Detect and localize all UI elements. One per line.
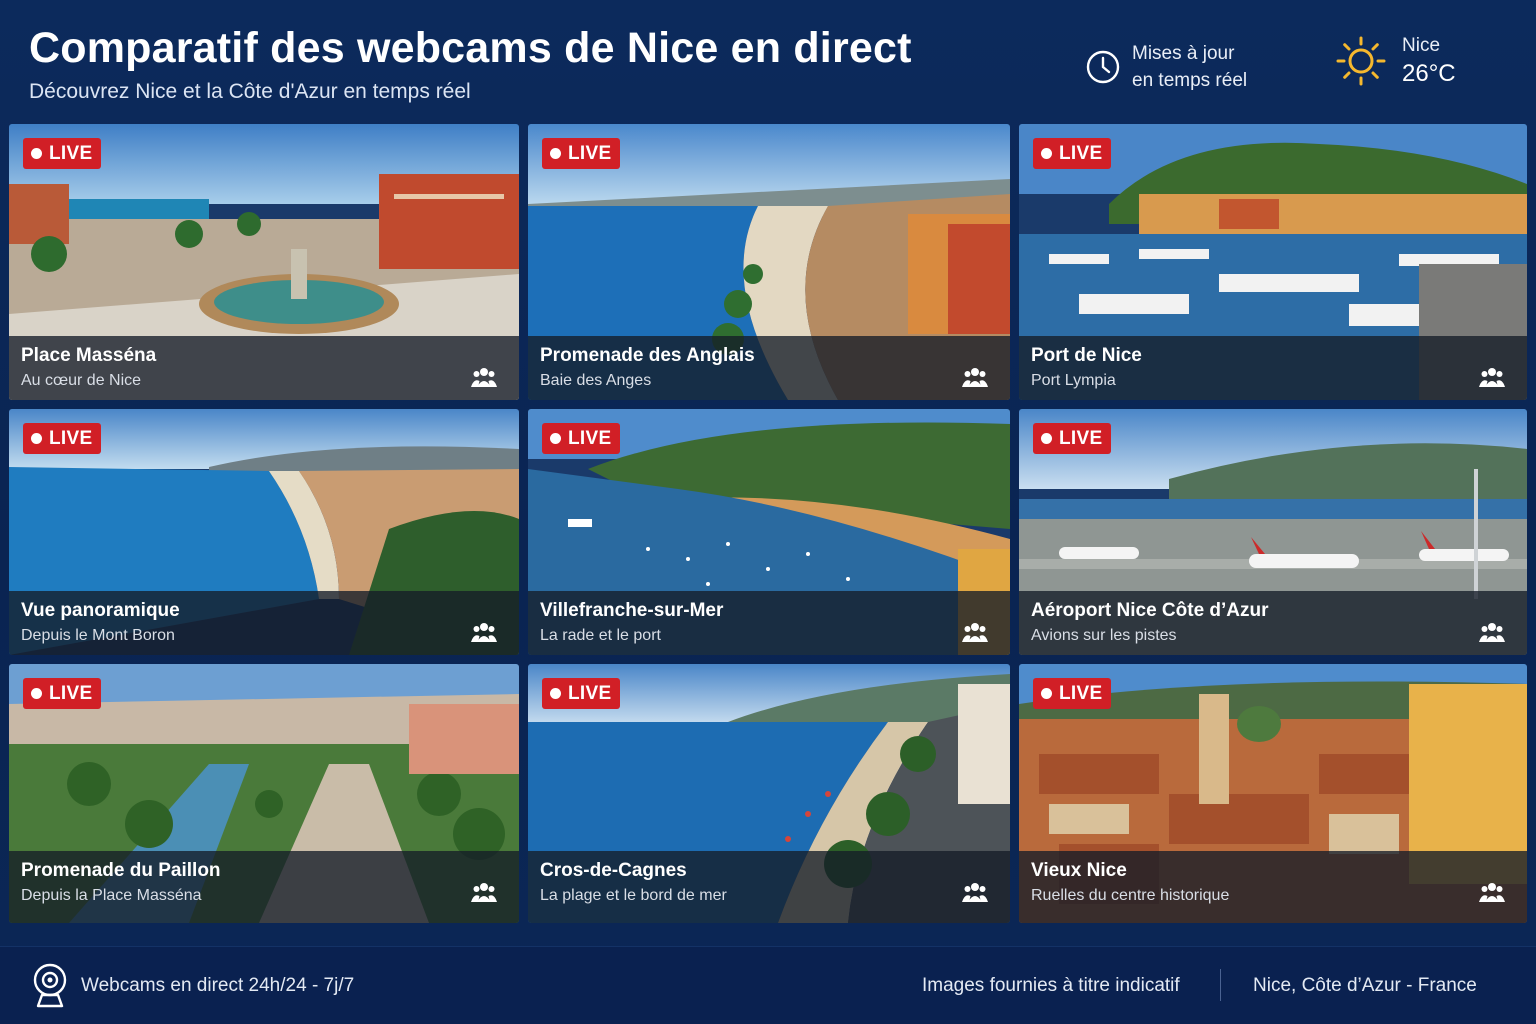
webcam-subtitle: Baie des Anges [540,372,652,389]
webcam-card-vue-panoramique[interactable]: LIVE Vue panoramique Depuis le Mont Boro… [9,409,519,655]
webcam-card-promenade-des-anglais[interactable]: LIVE Promenade des Anglais Baie des Ange… [528,124,1010,400]
live-dot-icon [550,688,561,699]
viewers-icon[interactable] [962,366,988,388]
webcam-card-port-de-nice[interactable]: LIVE Port de Nice Port Lympia [1019,124,1527,400]
webcam-subtitle: Depuis la Place Masséna [21,887,202,904]
webcam-card-aeroport[interactable]: LIVE Aéroport Nice Côte d’Azur Avions su… [1019,409,1527,655]
webcam-subtitle: Depuis le Mont Boron [21,627,175,644]
webcam-caption: Promenade des Anglais Baie des Anges [528,336,1010,400]
webcam-subtitle: Avions sur les pistes [1031,627,1177,644]
viewers-icon[interactable] [1479,881,1505,903]
webcam-title: Promenade des Anglais [540,345,755,366]
live-dot-icon [1041,433,1052,444]
footer-disclaimer: Images fournies à titre indicatif [922,975,1180,996]
live-dot-icon [550,433,561,444]
webcam-caption: Port de Nice Port Lympia [1019,336,1527,400]
footer-location: Nice, Côte d’Azur - France [1253,975,1477,996]
webcam-title: Villefranche-sur-Mer [540,600,724,621]
footer: Webcams en direct 24h/24 - 7j/7 Images f… [0,946,1536,1024]
webcam-caption: Vue panoramique Depuis le Mont Boron [9,591,519,655]
live-badge: LIVE [1033,423,1112,454]
live-dot-icon [1041,688,1052,699]
webcam-card-villefranche-sur-mer[interactable]: LIVE Villefranche-sur-Mer La rade et le … [528,409,1010,655]
viewers-icon[interactable] [1479,366,1505,388]
viewers-icon[interactable] [962,621,988,643]
clock-icon [1086,50,1120,84]
webcam-caption: Vieux Nice Ruelles du centre historique [1019,851,1527,923]
webcam-card-cros-de-cagnes[interactable]: LIVE Cros-de-Cagnes La plage et le bord … [528,664,1010,923]
live-dot-icon [31,688,42,699]
live-badge: LIVE [23,678,102,709]
webcam-title: Aéroport Nice Côte d’Azur [1031,600,1269,621]
webcam-subtitle: La rade et le port [540,627,661,644]
viewers-icon[interactable] [471,881,497,903]
webcam-caption: Place Masséna Au cœur de Nice [9,336,519,400]
webcam-card-promenade-du-paillon[interactable]: LIVE Promenade du Paillon Depuis la Plac… [9,664,519,923]
sun-icon [1336,36,1386,86]
updates-line-1: Mises à jour [1132,43,1235,64]
page-title: Comparatif des webcams de Nice en direct [29,24,912,72]
weather-temperature: 26°C [1402,60,1456,87]
live-dot-icon [550,148,561,159]
webcam-card-vieux-nice[interactable]: LIVE Vieux Nice Ruelles du centre histor… [1019,664,1527,923]
webcam-subtitle: Ruelles du centre historique [1031,887,1230,904]
viewers-icon[interactable] [962,881,988,903]
webcam-subtitle: Au cœur de Nice [21,372,142,389]
webcam-subtitle: Port Lympia [1031,372,1116,389]
viewers-icon[interactable] [471,621,497,643]
live-badge: LIVE [23,423,102,454]
live-badge: LIVE [542,138,621,169]
webcam-caption: Aéroport Nice Côte d’Azur Avions sur les… [1019,591,1527,655]
realtime-updates: Mises à jour en temps réel [1085,40,1247,94]
live-dot-icon [31,433,42,444]
webcam-subtitle: La plage et le bord de mer [540,887,727,904]
viewers-icon[interactable] [471,366,497,388]
live-badge: LIVE [542,678,621,709]
viewers-icon[interactable] [1479,621,1505,643]
live-badge: LIVE [1033,138,1112,169]
page-subtitle: Découvrez Nice et la Côte d'Azur en temp… [29,80,471,103]
footer-availability: Webcams en direct 24h/24 - 7j/7 [81,975,355,996]
webcam-caption: Promenade du Paillon Depuis la Place Mas… [9,851,519,923]
webcam-card-place-massena[interactable]: LIVE Place Masséna Au cœur de Nice [9,124,519,400]
updates-line-2: en temps réel [1132,70,1248,91]
webcam-title: Port de Nice [1031,345,1142,366]
live-dot-icon [31,148,42,159]
header: Comparatif des webcams de Nice en direct… [0,0,1536,120]
webcam-title: Vieux Nice [1031,860,1127,881]
weather-widget: Nice 26°C [1334,33,1456,89]
weather-city: Nice [1402,35,1441,56]
live-badge: LIVE [542,423,621,454]
footer-divider [1220,969,1221,1001]
webcam-caption: Cros-de-Cagnes La plage et le bord de me… [528,851,1010,923]
webcam-caption: Villefranche-sur-Mer La rade et le port [528,591,1010,655]
webcam-title: Cros-de-Cagnes [540,860,687,881]
webcam-title: Vue panoramique [21,600,180,621]
webcam-title: Place Masséna [21,345,157,366]
live-dot-icon [1041,148,1052,159]
webcam-title: Promenade du Paillon [21,860,221,881]
live-badge: LIVE [1033,678,1112,709]
live-badge: LIVE [23,138,102,169]
webcam-icon [33,963,67,1008]
